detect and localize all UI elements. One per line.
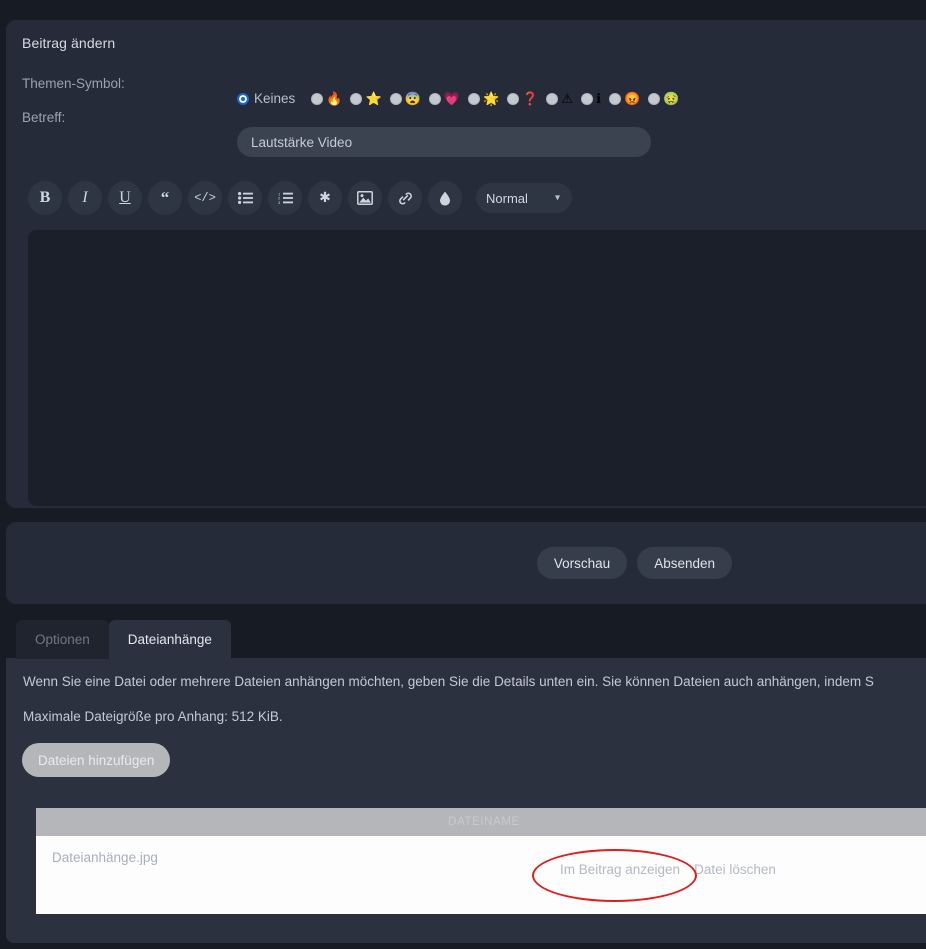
attachment-file-name: Dateianhänge.jpg (52, 850, 158, 865)
action-button-group: Vorschau Absenden (536, 547, 732, 579)
format-select-wrapper[interactable]: Normal ▾ (468, 183, 572, 213)
radio-green-face[interactable] (648, 92, 661, 105)
radio-question[interactable] (507, 92, 520, 105)
attachments-table-header: DATEINAME (36, 808, 926, 836)
format-select[interactable]: Normal (476, 183, 572, 213)
symbol-none-label: Keines (254, 91, 296, 106)
radio-star[interactable] (350, 92, 363, 105)
table-row: Dateianhänge.jpg Im Beitrag anzeigen Dat… (36, 836, 926, 914)
heart-icon: 💗 (443, 91, 461, 106)
attachments-description: Wenn Sie eine Datei oder mehrere Dateien… (23, 674, 874, 689)
show-in-post-link[interactable]: Im Beitrag anzeigen (560, 862, 680, 877)
symbol-option-fire[interactable]: 🔥 (311, 92, 342, 105)
actions-panel: Vorschau Absenden (6, 522, 926, 604)
preview-button[interactable]: Vorschau (536, 547, 628, 579)
radio-red-face[interactable] (609, 92, 622, 105)
tab-optionen[interactable]: Optionen (16, 620, 109, 659)
subject-label: Betreff: (22, 110, 66, 125)
topic-symbol-label: Themen-Symbol: (22, 76, 125, 91)
attachment-row-actions: Im Beitrag anzeigen Datei löschen (560, 862, 776, 877)
asterisk-button[interactable]: ✱ (308, 181, 342, 215)
symbol-option-none[interactable]: Keines (237, 91, 303, 106)
subject-input[interactable] (237, 127, 651, 157)
symbol-option-sun[interactable]: 🌟 (468, 92, 499, 105)
numbered-list-button[interactable]: 1 2 3 (268, 181, 302, 215)
radio-heart[interactable] (428, 92, 441, 105)
attachments-max-size: Maximale Dateigröße pro Anhang: 512 KiB. (23, 709, 283, 724)
symbol-option-heart[interactable]: 💗 (428, 91, 461, 106)
add-files-button[interactable]: Dateien hinzufügen (22, 743, 171, 777)
sun-icon: 🌟 (483, 91, 500, 106)
editor-content-area[interactable] (28, 230, 926, 506)
fire-icon: 🔥 (326, 91, 343, 106)
delete-file-link[interactable]: Datei löschen (694, 862, 776, 877)
numbered-list-icon: 1 2 3 (278, 192, 293, 204)
symbol-option-info[interactable]: ℹ (581, 92, 601, 105)
radio-sun[interactable] (468, 92, 481, 105)
surprised-face-icon: 😨 (404, 91, 421, 106)
radio-surprised[interactable] (389, 92, 402, 105)
code-button[interactable]: </> (188, 181, 222, 215)
attachments-panel: Wenn Sie eine Datei oder mehrere Dateien… (6, 658, 926, 943)
tab-dateianhaenge[interactable]: Dateianhänge (108, 620, 231, 659)
tab-bar: Optionen Dateianhänge (16, 620, 231, 659)
bullet-list-button[interactable] (228, 181, 262, 215)
image-button[interactable] (348, 181, 382, 215)
warning-triangle-icon: ⚠ (561, 91, 574, 106)
question-mark-icon: ❓ (522, 91, 539, 106)
link-button[interactable] (388, 181, 422, 215)
radio-fire[interactable] (311, 92, 324, 105)
svg-text:3: 3 (278, 200, 281, 204)
star-icon: ⭐ (365, 91, 382, 106)
symbol-option-warning[interactable]: ⚠ (546, 92, 573, 105)
color-drop-button[interactable] (428, 181, 462, 215)
bold-button[interactable]: B (28, 181, 62, 215)
editor-toolbar: B I U “ </> 1 2 3 ✱ Normal ▾ (28, 181, 572, 215)
symbol-option-question[interactable]: ❓ (507, 92, 538, 105)
symbol-option-green-face[interactable]: 🤢 (648, 92, 679, 105)
topic-symbol-radio-group[interactable]: Keines 🔥 ⭐ 😨 💗 🌟 ❓ ⚠ ℹ 😡 🤢 (237, 91, 687, 106)
radio-none[interactable] (237, 92, 249, 105)
image-icon (357, 191, 373, 205)
radio-warning[interactable] (546, 92, 559, 105)
compose-panel: Beitrag ändern Themen-Symbol: Betreff: K… (6, 20, 926, 508)
link-icon (398, 191, 412, 205)
symbol-option-red-face[interactable]: 😡 (609, 92, 640, 105)
water-drop-icon (440, 191, 450, 206)
attachments-table: DATEINAME Dateianhänge.jpg Im Beitrag an… (36, 808, 926, 914)
quote-button[interactable]: “ (148, 181, 182, 215)
bullet-list-icon (237, 192, 253, 204)
green-face-icon: 🤢 (663, 91, 680, 106)
symbol-option-star[interactable]: ⭐ (350, 91, 382, 106)
underline-button[interactable]: U (108, 181, 142, 215)
red-face-icon: 😡 (624, 91, 641, 106)
radio-info[interactable] (581, 92, 594, 105)
symbol-option-surprised[interactable]: 😨 (389, 91, 421, 106)
submit-button[interactable]: Absenden (637, 547, 732, 579)
italic-button[interactable]: I (68, 181, 102, 215)
info-icon: ℹ (596, 91, 602, 106)
page-title: Beitrag ändern (22, 35, 116, 51)
